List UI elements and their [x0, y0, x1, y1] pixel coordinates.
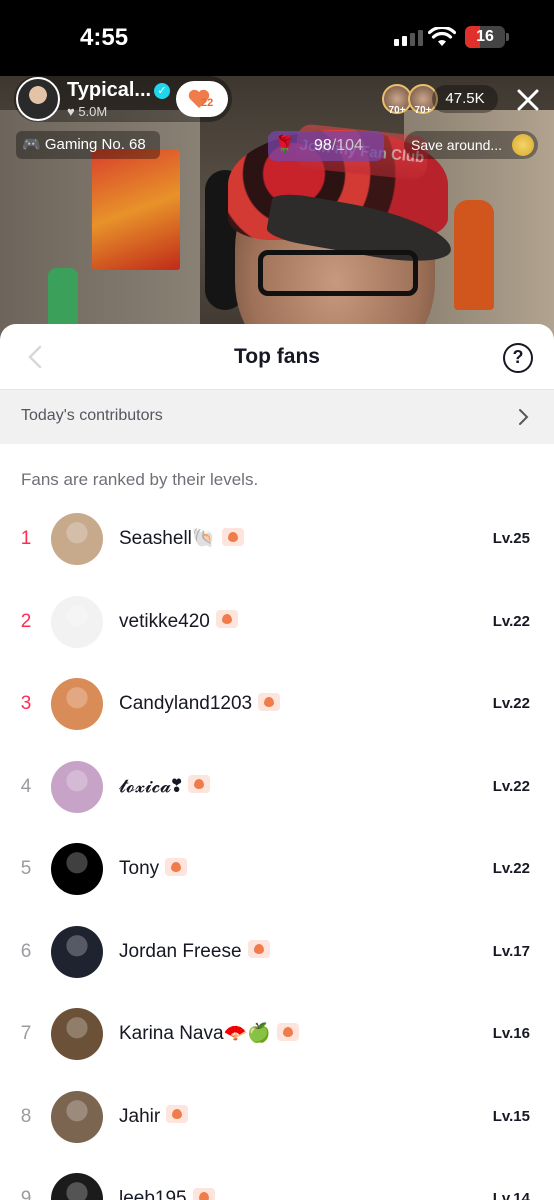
signal-icon [394, 30, 423, 46]
fan-name: vetikke420 [119, 610, 210, 632]
fan-rank: 9 [20, 1188, 32, 1200]
fan-name-container[interactable]: Candyland1203 [119, 663, 281, 745]
host-likes: ♥ 5.0M [67, 104, 108, 119]
fan-level: Lv.22 [492, 777, 530, 795]
fan-level: Lv.22 [492, 695, 530, 712]
fan-level: Lv.16 [492, 1025, 530, 1042]
fan-badge-icon [187, 775, 210, 794]
fan-club-progress[interactable]: 🌹 98/104 [268, 131, 384, 161]
fan-badge-icon [221, 527, 244, 546]
fan-rank: 6 [20, 940, 32, 962]
host-avatar[interactable] [16, 77, 60, 121]
fan-rank: 5 [20, 858, 32, 879]
fan-avatar[interactable] [51, 1008, 103, 1060]
fan-badge-icon [192, 1187, 215, 1200]
fan-avatar[interactable] [51, 925, 103, 978]
fan-badge-icon [165, 857, 188, 876]
todays-contributors-label: Today's contributors [21, 407, 163, 424]
fan-row[interactable]: 7 Karina Nava🪭🍏 Lv.16 [0, 993, 554, 1075]
battery-icon: 16 [465, 26, 505, 48]
wifi-icon [428, 27, 456, 46]
fan-level: Lv.22 [492, 860, 530, 877]
fan-row[interactable]: 4 𝓽𝓸𝔁𝓲𝓬𝓪❣ Lv.22 [0, 746, 554, 828]
fan-name: Karina Nava🪭🍏 [119, 1023, 271, 1044]
fan-name-container[interactable]: Karina Nava🪭🍏 [119, 993, 299, 1075]
fan-avatar[interactable] [51, 1173, 103, 1200]
fan-badge-icon [276, 1022, 299, 1041]
verified-icon: ✓ [154, 83, 170, 99]
fan-avatar[interactable] [51, 843, 103, 895]
category-pill[interactable]: 🎮 Gaming No. 68 [16, 131, 160, 159]
save-around-pill[interactable]: Save around... [404, 131, 538, 159]
fan-rank: 7 [20, 1023, 32, 1044]
fan-level-number: 22 [201, 97, 214, 109]
fan-name: Tony [119, 858, 160, 879]
fan-name: Jordan Freese [119, 940, 242, 962]
fan-avatar[interactable] [51, 678, 103, 730]
fan-row[interactable]: 2 vetikke420 Lv.22 [0, 581, 554, 663]
fan-name-container[interactable]: 𝓽𝓸𝔁𝓲𝓬𝓪❣ [119, 746, 210, 828]
fan-avatar[interactable] [51, 513, 103, 565]
fan-row[interactable]: 9 leeb195 Lv.14 [0, 1158, 554, 1200]
todays-contributors-row[interactable]: Today's contributors [0, 390, 554, 444]
fan-row[interactable]: 5 Tony Lv.22 [0, 828, 554, 910]
top-fans-sheet: Top fans ? Today's contributors Fans are… [0, 324, 554, 1200]
fan-level: Lv.17 [492, 942, 530, 960]
fan-club-goal: /104 [331, 137, 363, 154]
fan-row[interactable]: 3 Candyland1203 Lv.22 [0, 663, 554, 745]
fan-name-container[interactable]: leeb195 [119, 1158, 215, 1200]
fan-badge-icon [166, 1105, 189, 1124]
fan-rank: 8 [20, 1105, 32, 1127]
fan-rank: 3 [20, 693, 32, 714]
help-icon[interactable]: ? [503, 343, 533, 373]
fan-rank: 2 [20, 610, 32, 632]
fan-name: Candyland1203 [119, 693, 253, 714]
rose-icon: 🌹 [274, 135, 296, 154]
fan-name-container[interactable]: Jordan Freese [119, 911, 270, 993]
sheet-header: Top fans ? [0, 324, 554, 390]
fan-row[interactable]: 8 Jahir Lv.15 [0, 1076, 554, 1158]
battery-level: 16 [476, 28, 494, 45]
fan-rank: 1 [20, 528, 32, 549]
fan-avatar[interactable] [51, 760, 103, 813]
fan-badge-icon [258, 692, 281, 711]
fan-level: Lv.14 [492, 1190, 530, 1200]
fan-name: Jahir [119, 1105, 161, 1127]
chevron-right-icon [519, 409, 529, 425]
close-icon[interactable] [514, 86, 542, 114]
fan-level: Lv.25 [492, 530, 530, 547]
fan-badge-icon [215, 610, 238, 629]
ranking-note: Fans are ranked by their levels. [21, 470, 259, 489]
status-bar: 4:55 16 [0, 0, 554, 76]
fan-name-container[interactable]: Tony [119, 828, 188, 910]
fan-level: Lv.15 [492, 1107, 530, 1125]
save-around-label: Save around... [411, 137, 503, 153]
fan-avatar[interactable] [51, 595, 103, 648]
fan-name-container[interactable]: vetikke420 [119, 581, 238, 663]
fan-rank: 4 [20, 775, 32, 797]
fan-name: leeb195 [119, 1188, 187, 1200]
sheet-title: Top fans [234, 345, 320, 368]
fan-badge-icon [247, 940, 270, 959]
viewer-count[interactable]: 47.5K [432, 85, 498, 113]
host-name[interactable]: Typical... [67, 79, 151, 102]
fan-name: 𝓽𝓸𝔁𝓲𝓬𝓪❣ [119, 775, 182, 797]
fan-level: Lv.22 [492, 612, 530, 630]
fan-row[interactable]: 6 Jordan Freese Lv.17 [0, 911, 554, 993]
fan-name-container[interactable]: Seashell🐚 [119, 498, 244, 580]
status-time: 4:55 [80, 24, 129, 51]
fan-avatar[interactable] [51, 1090, 103, 1143]
fan-level-button[interactable]: 22 [176, 81, 228, 117]
fan-name-container[interactable]: Jahir [119, 1076, 189, 1158]
coin-icon [512, 134, 534, 156]
fan-club-count: 98 [314, 137, 332, 154]
fan-row[interactable]: 1 Seashell🐚 Lv.25 [0, 498, 554, 580]
fan-name: Seashell🐚 [119, 528, 216, 549]
